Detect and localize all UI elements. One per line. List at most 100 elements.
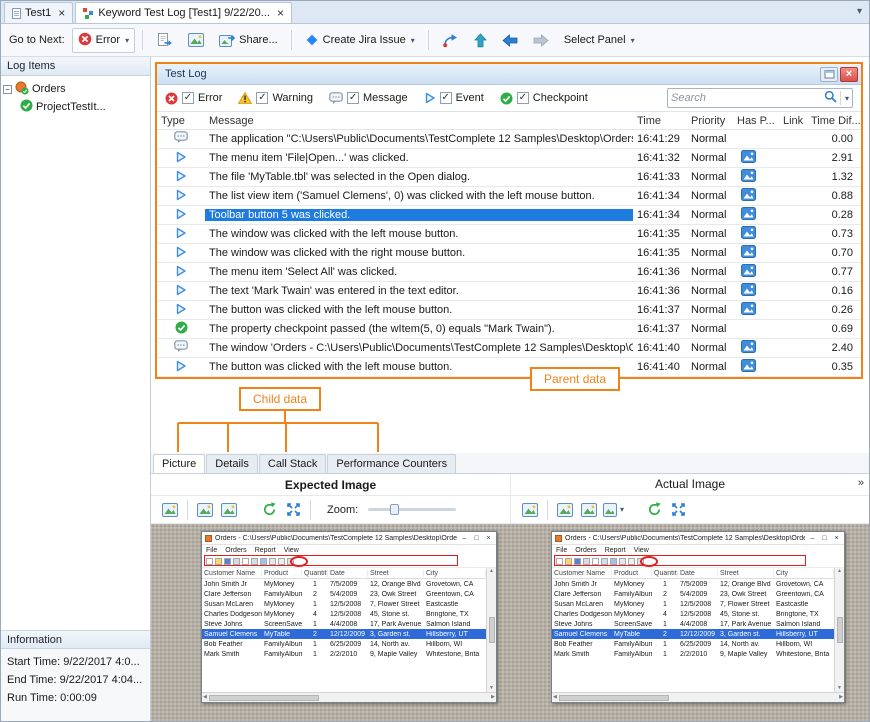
log-row[interactable]: The text 'Mark Twain' was entered in the… [157, 282, 861, 301]
log-row[interactable]: The window was clicked with the left mou… [157, 225, 861, 244]
grid-cell: MyMoney [612, 581, 652, 588]
grid-row: Samuel ClemensMyTable212/12/20093, Garde… [552, 629, 834, 639]
share-button[interactable]: Share... [213, 29, 284, 51]
log-row[interactable]: The property checkpoint passed (the wIte… [157, 320, 861, 339]
picture-icon[interactable] [741, 169, 756, 185]
image-compare-area[interactable]: Orders - C:\Users\Public\Documents\TestC… [151, 524, 869, 721]
scroll-up-icon: ▲ [837, 569, 842, 574]
grid-row: Mark SmithFamilyAlbum12/2/20109, Maple V… [202, 649, 486, 659]
picture-icon[interactable] [741, 226, 756, 242]
log-row[interactable]: The application "C:\Users\Public\Documen… [157, 130, 861, 149]
expected-image[interactable]: Orders - C:\Users\Public\Documents\TestC… [201, 531, 497, 703]
minimize-icon: – [460, 535, 469, 542]
tab-keyword-test-log[interactable]: Keyword Test Log [Test1] 9/22/20... × [75, 2, 292, 23]
back-button[interactable] [496, 30, 524, 51]
log-row[interactable]: The window was clicked with the right mo… [157, 244, 861, 263]
log-table-rows: The application "C:\Users\Public\Documen… [157, 130, 861, 377]
select-panel-button[interactable]: Select Panel ▾ [558, 30, 641, 50]
filter-error-checkbox[interactable]: ✓ [182, 92, 194, 104]
picture-icon[interactable] [741, 359, 756, 375]
column-header-time[interactable]: Time [633, 115, 687, 127]
grid-cell: 2 [302, 591, 328, 598]
tab-details[interactable]: Details [206, 454, 258, 473]
search-icon[interactable] [824, 90, 837, 106]
column-header-time-dif[interactable]: Time Dif... [807, 115, 861, 127]
search-input[interactable] [671, 92, 824, 104]
copy-log-button[interactable] [150, 28, 179, 52]
picture-icon[interactable] [741, 264, 756, 280]
log-row[interactable]: The button was clicked with the left mou… [157, 358, 861, 377]
view-actual-icon[interactable] [218, 499, 240, 521]
grid-cell: MyTable [612, 631, 652, 638]
fit-to-window-icon[interactable] [667, 499, 689, 521]
scroll-down-icon: ▼ [489, 686, 494, 691]
grid-cell: Samuel Clemens [552, 631, 612, 638]
log-row[interactable]: Toolbar button 5 was clicked.16:41:34Nor… [157, 206, 861, 225]
close-tab-icon[interactable]: × [58, 8, 65, 18]
log-row[interactable]: The button was clicked with the left mou… [157, 301, 861, 320]
column-header-has-p[interactable]: Has P... [733, 115, 779, 127]
column-header-type[interactable]: Type [157, 115, 205, 127]
tree-item-project-test-item[interactable]: ProjectTestIt... [3, 98, 148, 116]
go-to-next-error-button[interactable]: Error ▾ [72, 28, 135, 53]
picture-icon[interactable] [741, 150, 756, 166]
picture-icon[interactable] [741, 340, 756, 356]
view-expected-icon[interactable] [554, 499, 576, 521]
picture-icon[interactable] [741, 207, 756, 223]
refresh-icon[interactable] [258, 499, 280, 521]
grid-cell: 1 [652, 641, 678, 648]
copy-image-icon[interactable] [159, 499, 181, 521]
log-row[interactable]: The file 'MyTable.tbl' was selected in t… [157, 168, 861, 187]
zoom-slider-thumb[interactable] [390, 504, 399, 515]
expected-image-toolbar: Zoom: [151, 496, 510, 523]
filter-warning-checkbox[interactable]: ✓ [256, 92, 268, 104]
log-row[interactable]: The menu item 'Select All' was clicked.1… [157, 263, 861, 282]
filter-message-checkbox[interactable]: ✓ [347, 92, 359, 104]
picture-icon[interactable] [741, 283, 756, 299]
tab-picture[interactable]: Picture [153, 454, 205, 473]
grid-cell: 7/5/2009 [328, 581, 368, 588]
close-panel-button[interactable]: × [840, 67, 858, 82]
collapse-icon[interactable]: − [3, 85, 12, 94]
close-tab-icon[interactable]: × [277, 8, 284, 18]
up-one-level-button[interactable] [468, 29, 493, 52]
tab-test1[interactable]: Test1 × [4, 2, 73, 23]
log-row[interactable]: The window 'Orders - C:\Users\Public\Doc… [157, 339, 861, 358]
picture-icon[interactable] [741, 188, 756, 204]
view-actual-icon[interactable] [578, 499, 600, 521]
menu-item-view: View [634, 547, 649, 554]
picture-icon[interactable] [741, 302, 756, 318]
row-priority: Normal [687, 209, 733, 221]
column-header-link[interactable]: Link [779, 115, 807, 127]
refresh-icon[interactable] [643, 499, 665, 521]
tree-item-orders[interactable]: −Orders [3, 80, 148, 98]
image-menu-icon[interactable]: ▾ [602, 499, 625, 521]
forward-button[interactable] [527, 30, 555, 51]
log-row[interactable]: The list view item ('Samuel Clemens', 0)… [157, 187, 861, 206]
float-panel-button[interactable] [820, 67, 838, 82]
grid-cell: 4/4/2008 [328, 621, 368, 628]
view-expected-icon[interactable] [194, 499, 216, 521]
document-list-chevron-icon[interactable]: ▾ [857, 6, 862, 17]
save-log-button[interactable] [182, 29, 210, 51]
copy-image-icon[interactable] [519, 499, 541, 521]
column-header-message[interactable]: Message [205, 115, 633, 127]
zoom-slider[interactable] [368, 508, 456, 511]
filter-checkpoint-checkbox[interactable]: ✓ [517, 92, 529, 104]
jump-to-source-button[interactable] [436, 29, 465, 52]
fit-to-window-icon[interactable] [282, 499, 304, 521]
scroll-thumb [209, 695, 319, 701]
column-header-priority[interactable]: Priority [687, 115, 733, 127]
create-jira-issue-button[interactable]: Create Jira Issue ▾ [299, 29, 421, 51]
tab-call-stack[interactable]: Call Stack [259, 454, 327, 473]
grid-cell: Susan McLaren [202, 601, 262, 608]
filter-event-checkbox[interactable]: ✓ [440, 92, 452, 104]
grid-cell: Greentown, CA [774, 591, 834, 598]
actual-image[interactable]: Orders - C:\Users\Public\Documents\TestC… [551, 531, 845, 703]
search-options-chevron-icon[interactable]: ▾ [845, 94, 849, 103]
more-buttons-chevron-icon[interactable]: » [858, 477, 864, 489]
tab-performance-counters[interactable]: Performance Counters [327, 454, 456, 473]
menu-item-file: File [556, 547, 567, 554]
log-row[interactable]: The menu item 'File|Open...' was clicked… [157, 149, 861, 168]
picture-icon[interactable] [741, 245, 756, 261]
